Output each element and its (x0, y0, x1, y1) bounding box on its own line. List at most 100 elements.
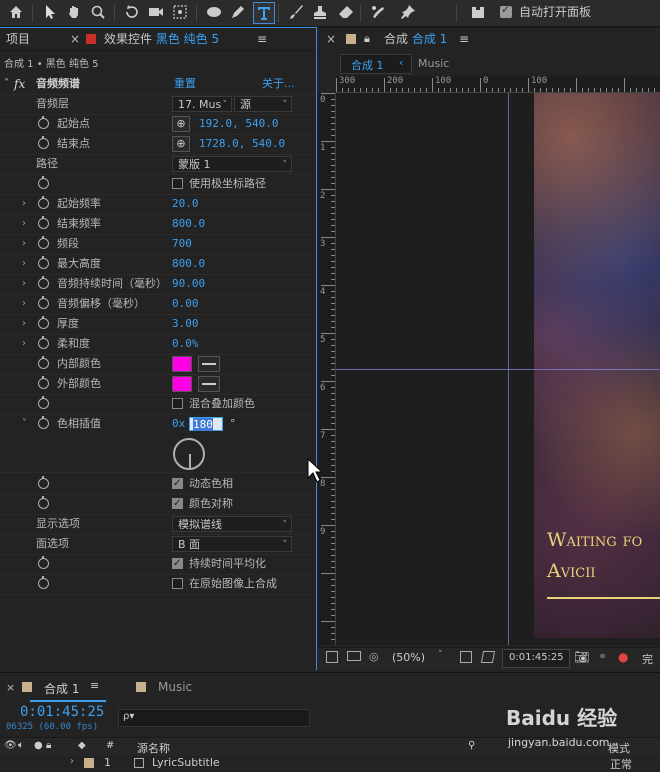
zoom-select[interactable]: (50%) (392, 651, 425, 664)
column-source-name[interactable]: 源名称 (137, 740, 170, 756)
zoom-icon[interactable] (88, 2, 108, 22)
quality-select[interactable]: 完 (642, 651, 653, 667)
expand-icon[interactable]: › (22, 314, 26, 334)
close-icon[interactable]: × (6, 681, 15, 694)
close-icon[interactable]: × (326, 28, 336, 50)
property-value[interactable]: 700 (172, 234, 192, 254)
eyedropper-icon[interactable] (198, 376, 220, 392)
workspace-icon[interactable] (468, 2, 488, 22)
property-value[interactable]: 0.0% (172, 334, 199, 354)
point-value[interactable]: 1728.0, 540.0 (199, 134, 285, 154)
stopwatch-icon[interactable] (38, 276, 49, 289)
hue-value-input[interactable]: 180 (189, 417, 223, 431)
stopwatch-icon[interactable] (38, 316, 49, 329)
property-checkbox[interactable] (172, 474, 183, 494)
property-value[interactable]: 90.00 (172, 274, 205, 294)
region-icon[interactable] (326, 651, 338, 663)
stopwatch-icon[interactable] (38, 356, 49, 369)
stopwatch-icon[interactable] (38, 256, 49, 269)
stopwatch-icon[interactable] (38, 216, 49, 229)
fx-icon[interactable]: fx (14, 74, 25, 94)
property-value[interactable]: 20.0 (172, 194, 199, 214)
chevron-right-icon[interactable]: › (70, 756, 74, 767)
table-row[interactable]: › 1 LyricSubtitle 正常 (0, 756, 660, 771)
property-checkbox[interactable] (172, 178, 183, 189)
tab-effect-controls[interactable]: 效果控件 黑色 纯色 5 (104, 28, 219, 50)
tab-timeline-music[interactable]: Music (158, 680, 192, 694)
hand-icon[interactable] (64, 2, 84, 22)
expand-icon[interactable]: › (22, 254, 26, 274)
expand-icon[interactable]: ˅ (22, 414, 27, 434)
roto-brush-icon[interactable] (368, 2, 388, 22)
expand-icon[interactable]: › (22, 294, 26, 314)
auto-open-checkbox[interactable]: ✓ (500, 3, 512, 18)
audio-icon[interactable]: 🔈︎ (18, 740, 24, 751)
color-swatch[interactable] (172, 356, 192, 372)
property-value[interactable]: 800.0 (172, 214, 205, 234)
expand-icon[interactable]: › (22, 194, 26, 214)
about-link[interactable]: 关于... (262, 74, 295, 94)
stopwatch-icon[interactable] (38, 236, 49, 249)
eraser-icon[interactable] (336, 2, 356, 22)
rotate-icon[interactable] (122, 2, 142, 22)
property-checkbox[interactable] (172, 398, 183, 409)
type-icon[interactable] (253, 2, 275, 24)
mask-icon[interactable]: ◎ (369, 650, 379, 663)
hue-dial[interactable] (173, 438, 205, 470)
audio-source-select[interactable]: 源 ˅ (234, 96, 292, 112)
stopwatch-icon[interactable] (38, 496, 49, 509)
property-select[interactable]: B 面 ˅ (172, 536, 292, 552)
eye-icon[interactable]: 👁︎ (4, 740, 17, 751)
property-select[interactable]: 模拟谱线 ˅ (172, 516, 292, 532)
tab-timeline-comp1[interactable]: 合成 1 (44, 680, 79, 697)
monitor-icon[interactable] (347, 651, 361, 661)
stopwatch-icon[interactable] (38, 116, 49, 129)
selection-icon[interactable] (40, 2, 60, 22)
tab-music[interactable]: Music (418, 57, 449, 70)
stopwatch-icon[interactable] (38, 396, 49, 409)
eyedropper-icon[interactable] (198, 356, 220, 372)
stopwatch-icon[interactable] (38, 376, 49, 389)
safe-zones-icon[interactable] (480, 651, 496, 663)
brush-icon[interactable] (286, 2, 306, 22)
expand-icon[interactable]: › (22, 234, 26, 254)
timeline-search-input[interactable]: ρ▾ (118, 709, 310, 727)
color-swatch[interactable] (172, 376, 192, 392)
expand-icon[interactable]: › (22, 274, 26, 294)
property-checkbox[interactable] (172, 578, 183, 589)
stopwatch-icon[interactable] (38, 196, 49, 209)
snapshot-icon[interactable]: 📷︎ (574, 650, 589, 664)
reset-link[interactable]: 重置 (174, 74, 196, 94)
property-checkbox[interactable] (172, 554, 183, 574)
layer-color-icon[interactable] (84, 758, 94, 768)
fit-icon[interactable] (460, 651, 472, 663)
ellipse-icon[interactable] (204, 2, 224, 22)
panel-menu-icon[interactable]: ≡ (90, 679, 99, 692)
panel-menu-icon[interactable]: ≡ (459, 28, 469, 50)
crosshair-icon[interactable]: ⊕ (172, 116, 190, 132)
current-timecode[interactable]: 0:01:45:25 (20, 704, 104, 720)
stopwatch-icon[interactable] (38, 556, 49, 569)
expand-icon[interactable]: › (22, 214, 26, 234)
stopwatch-icon[interactable] (38, 176, 49, 189)
layer-name[interactable]: LyricSubtitle (152, 756, 220, 769)
panel-menu-icon[interactable]: ≡ (257, 28, 267, 50)
channel-icon[interactable]: ● (618, 650, 628, 664)
stopwatch-icon[interactable] (38, 336, 49, 349)
column-mode[interactable]: 模式 (608, 740, 630, 756)
collapse-icon[interactable]: ˅ (4, 74, 9, 94)
pan-behind-icon[interactable] (170, 2, 190, 22)
property-value[interactable]: 0.00 (172, 294, 199, 314)
show-snapshot-icon[interactable]: ⚭ (598, 650, 607, 663)
lock-icon[interactable]: 🔒︎ (364, 28, 370, 50)
home-icon[interactable] (6, 2, 26, 22)
puppet-pin-icon[interactable] (398, 2, 418, 22)
stopwatch-icon[interactable] (38, 136, 49, 149)
property-select[interactable]: 蒙版 1 ˅ (172, 156, 292, 172)
effect-header[interactable]: ˅ fx 音频频谱 重置 关于... (0, 74, 316, 95)
stopwatch-icon[interactable] (38, 416, 49, 429)
solo-icon[interactable]: ● (34, 740, 43, 751)
timecode-field[interactable]: 0:01:45:25 (502, 649, 570, 668)
close-icon[interactable]: × (70, 28, 80, 50)
tab-comp1-active[interactable]: 合成 1 ‹ (340, 54, 412, 74)
